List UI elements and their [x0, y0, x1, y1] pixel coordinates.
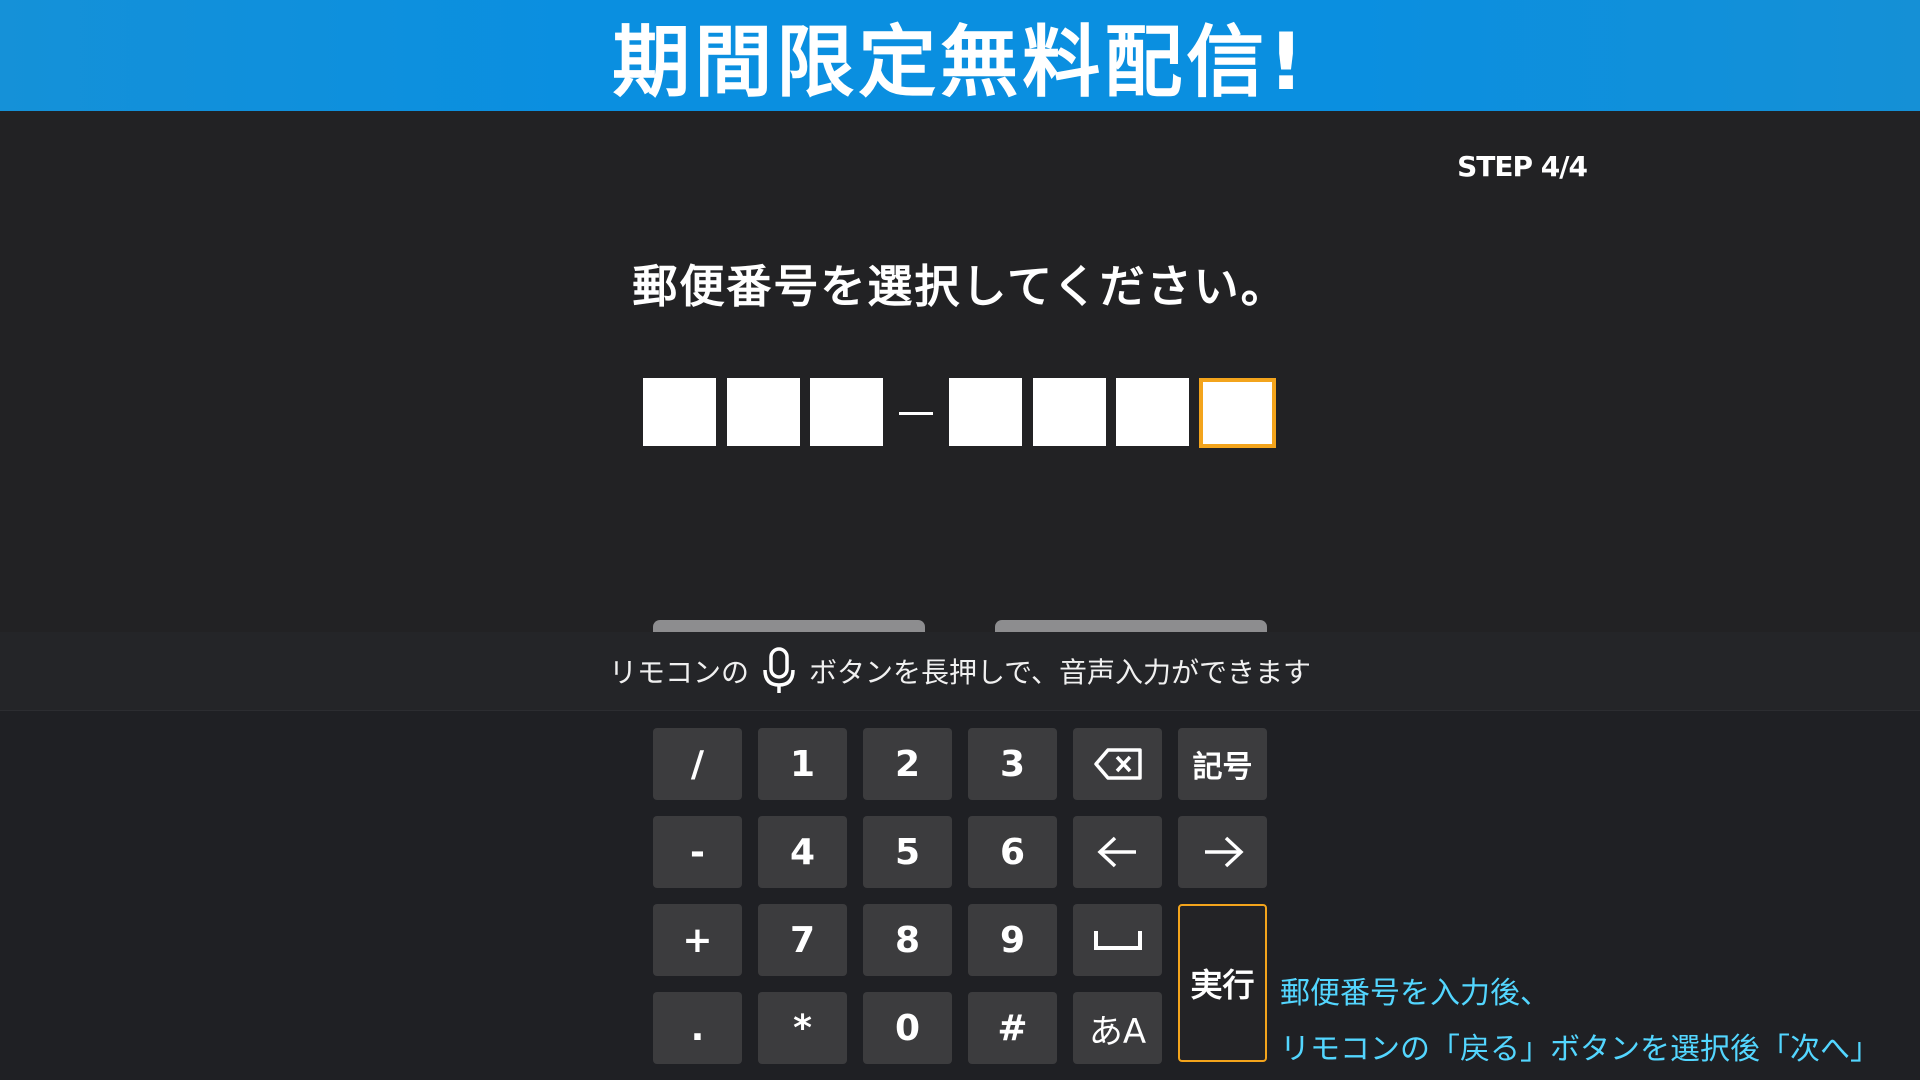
postal-digit-7[interactable] — [1199, 378, 1276, 448]
key-input-mode[interactable]: あA — [1073, 992, 1162, 1064]
backspace-icon — [1093, 747, 1143, 781]
postal-digit-2[interactable] — [727, 378, 800, 446]
key-symbols[interactable]: 記号 — [1178, 728, 1267, 800]
key-left[interactable] — [1073, 816, 1162, 888]
hint-line-2: リモコンの「戻る」ボタンを選択後「次へ」 — [1280, 1032, 1880, 1067]
voice-input-hint: リモコンの ボタンを長押しで、音声入力ができます — [0, 632, 1920, 711]
key-minus[interactable]: - — [653, 816, 742, 888]
promo-banner: 期間限定無料配信! — [0, 0, 1920, 111]
step-indicator: STEP 4/4 — [1457, 150, 1588, 183]
key-plus[interactable]: + — [653, 904, 742, 976]
arrow-left-icon — [1096, 834, 1140, 870]
hint-line-1: 郵便番号を入力後、 — [1280, 976, 1550, 1011]
page-title: 郵便番号を選択してください。 — [632, 260, 1288, 313]
postal-digit-1[interactable] — [643, 378, 716, 446]
postal-digit-3[interactable] — [810, 378, 883, 446]
key-0[interactable]: 0 — [863, 992, 952, 1064]
key-right[interactable] — [1178, 816, 1267, 888]
key-5[interactable]: 5 — [863, 816, 952, 888]
enter-button[interactable]: 実行 — [1178, 904, 1267, 1062]
key-slash[interactable]: / — [653, 728, 742, 800]
key-asterisk[interactable]: * — [758, 992, 847, 1064]
arrow-right-icon — [1201, 834, 1245, 870]
key-7[interactable]: 7 — [758, 904, 847, 976]
microphone-icon — [759, 646, 799, 696]
postal-separator — [899, 412, 933, 415]
voice-hint-prefix: リモコンの — [608, 656, 749, 689]
key-3[interactable]: 3 — [968, 728, 1057, 800]
key-4[interactable]: 4 — [758, 816, 847, 888]
key-backspace[interactable] — [1073, 728, 1162, 800]
space-icon — [1093, 928, 1143, 952]
key-hash[interactable]: # — [968, 992, 1057, 1064]
key-period[interactable]: . — [653, 992, 742, 1064]
postal-digit-6[interactable] — [1116, 378, 1189, 446]
key-1[interactable]: 1 — [758, 728, 847, 800]
key-space[interactable] — [1073, 904, 1162, 976]
banner-title: 期間限定無料配信! — [612, 17, 1308, 108]
voice-hint-suffix: ボタンを長押しで、音声入力ができます — [808, 656, 1312, 689]
key-2[interactable]: 2 — [863, 728, 952, 800]
postal-digit-4[interactable] — [949, 378, 1022, 446]
postal-digit-5[interactable] — [1033, 378, 1106, 446]
key-6[interactable]: 6 — [968, 816, 1057, 888]
key-8[interactable]: 8 — [863, 904, 952, 976]
key-9[interactable]: 9 — [968, 904, 1057, 976]
